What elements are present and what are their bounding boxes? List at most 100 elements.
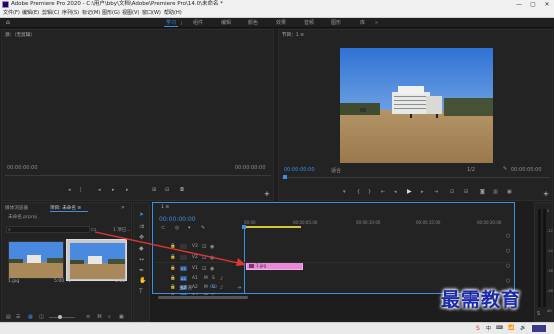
v3-sync-icon[interactable]: ⊡ bbox=[202, 244, 206, 250]
list-view-icon[interactable]: ☰ bbox=[16, 314, 20, 320]
timeline-timecode[interactable]: 00:00:00:00 bbox=[159, 216, 196, 223]
tray-keyboard[interactable]: ⌨ bbox=[496, 325, 503, 331]
tab-graphics[interactable]: 图形 bbox=[331, 18, 341, 28]
program-resolution-dropdown[interactable]: 1/2 bbox=[467, 167, 475, 173]
program-step-forward-icon[interactable]: ▸ bbox=[421, 189, 424, 195]
master-volume-value[interactable]: 0.0 bbox=[210, 285, 217, 290]
new-bin-icon[interactable]: ▭ bbox=[91, 226, 97, 233]
tab-color[interactable]: 颜色 bbox=[248, 18, 258, 28]
v2-lock-icon[interactable]: 🔒 bbox=[170, 255, 176, 260]
project-item-sequence-1[interactable] bbox=[66, 239, 127, 281]
menu-marker[interactable]: 标记(M) bbox=[82, 9, 100, 18]
source-play-icon[interactable]: ▸ bbox=[112, 187, 115, 193]
source-mark-in-icon[interactable]: ◂ bbox=[68, 187, 71, 193]
v3-target[interactable] bbox=[180, 244, 187, 249]
a1-target[interactable]: A1 bbox=[180, 276, 187, 281]
master-go-to-end-icon[interactable]: ⇥ bbox=[237, 285, 241, 291]
source-scrubber[interactable] bbox=[5, 175, 271, 176]
a2-mic-icon[interactable]: ♪ bbox=[220, 285, 223, 291]
tab-media-browser[interactable]: 媒体浏览器 bbox=[5, 205, 28, 211]
program-playhead[interactable] bbox=[283, 175, 287, 179]
new-item-icon[interactable]: ▣ bbox=[119, 314, 124, 320]
snap-icon[interactable]: ⊂ bbox=[161, 225, 165, 231]
hand-tool-icon[interactable]: ✋ bbox=[139, 277, 146, 284]
type-tool-icon[interactable]: T bbox=[139, 288, 143, 295]
tab-editing[interactable]: 编辑 bbox=[221, 18, 231, 28]
program-add-button-icon[interactable]: + bbox=[543, 190, 549, 198]
sort-icon[interactable]: ≡ bbox=[86, 314, 90, 320]
v1-lock-icon[interactable]: 🔒 bbox=[170, 266, 176, 271]
v2-target[interactable] bbox=[180, 255, 187, 260]
zoom-slider-handle[interactable] bbox=[58, 315, 62, 319]
track-scroll-icon-2[interactable]: ○ bbox=[506, 248, 510, 254]
program-timecode-current[interactable]: 00:00:00:00 bbox=[284, 167, 315, 173]
tray-volume[interactable]: 🔊 bbox=[520, 325, 526, 331]
tab-assembly[interactable]: 组件 bbox=[193, 18, 203, 28]
pen-tool-icon[interactable]: ✒ bbox=[139, 267, 144, 274]
wrench-icon[interactable]: ✎ bbox=[503, 166, 507, 172]
v3-eye-icon[interactable]: ◉ bbox=[210, 244, 214, 250]
a1-mute[interactable]: M bbox=[204, 276, 208, 281]
tab-libraries[interactable]: 库 bbox=[360, 18, 365, 28]
timeline-tab[interactable]: 1 ≡ bbox=[161, 205, 169, 210]
source-mark-out-icon[interactable]: | bbox=[80, 187, 82, 193]
project-item-1jpg[interactable] bbox=[8, 241, 64, 279]
track-scroll-icon-3[interactable]: ○ bbox=[506, 263, 510, 269]
work-area-bar[interactable] bbox=[243, 226, 301, 228]
source-export-frame-icon[interactable]: ◘ bbox=[180, 187, 184, 193]
source-step-back-icon[interactable]: ◂ bbox=[98, 187, 101, 193]
program-fit-dropdown[interactable]: 适合 bbox=[331, 167, 341, 174]
program-goto-out-icon[interactable]: ⇥ bbox=[434, 189, 438, 195]
icon-view-icon[interactable]: ▦ bbox=[28, 314, 33, 320]
source-step-forward-icon[interactable]: ▸ bbox=[126, 187, 129, 193]
zoom-slider[interactable] bbox=[49, 317, 75, 318]
add-marker-icon[interactable]: ▾ bbox=[188, 225, 191, 231]
program-compare-icon[interactable]: ▥ bbox=[493, 189, 498, 195]
program-lift-icon[interactable]: ⊡ bbox=[450, 189, 454, 195]
razor-tool-icon[interactable]: ◆ bbox=[139, 245, 144, 252]
program-marker-icon[interactable]: ▾ bbox=[343, 189, 346, 195]
sogou-icon[interactable]: S bbox=[476, 325, 480, 332]
program-mark-in-icon[interactable]: { bbox=[357, 189, 360, 195]
tab-audio[interactable]: 音频 bbox=[304, 18, 314, 28]
slip-tool-icon[interactable]: ↔ bbox=[139, 256, 144, 263]
ripple-edit-tool-icon[interactable]: ✥ bbox=[139, 234, 144, 241]
maximize-button[interactable]: ▢ bbox=[526, 0, 540, 9]
menu-file[interactable]: 文件(F) bbox=[3, 9, 20, 18]
a2-mute[interactable]: M bbox=[204, 285, 208, 290]
a1-lock-icon[interactable]: 🔒 bbox=[170, 276, 176, 281]
more-workspaces-icon[interactable]: » bbox=[375, 20, 378, 26]
source-insert-icon[interactable]: ⊞ bbox=[152, 187, 156, 193]
v2-sync-icon[interactable]: ⊡ bbox=[202, 255, 206, 261]
menu-window[interactable]: 窗口(W) bbox=[142, 9, 161, 18]
track-scroll-icon[interactable]: ○ bbox=[506, 233, 510, 239]
tray-app-icon[interactable] bbox=[532, 325, 546, 332]
menu-edit[interactable]: 编辑(E) bbox=[22, 9, 39, 18]
automate-icon[interactable]: ⌘ bbox=[97, 314, 102, 320]
find-icon[interactable]: ⌕ bbox=[108, 314, 111, 320]
timeline-scrollbar-thumb[interactable] bbox=[158, 296, 248, 299]
menu-clip[interactable]: 剪辑(C) bbox=[42, 9, 59, 18]
menu-sequence[interactable]: 序列(S) bbox=[62, 9, 79, 18]
menu-help[interactable]: 帮助(H) bbox=[164, 9, 182, 18]
a1-solo[interactable]: S bbox=[212, 276, 215, 281]
menu-view[interactable]: 视图(V) bbox=[122, 9, 139, 18]
source-add-button-icon[interactable]: + bbox=[264, 190, 270, 198]
tab-effects[interactable]: 效果 bbox=[276, 18, 286, 28]
lock-icon[interactable]: ▤ bbox=[6, 314, 11, 320]
a2-lock-icon[interactable]: 🔒 bbox=[170, 285, 176, 290]
program-vr-icon[interactable]: ▣ bbox=[507, 189, 512, 195]
home-icon[interactable]: ⌂ bbox=[6, 20, 13, 26]
tray-network[interactable]: 📶 bbox=[508, 325, 514, 331]
program-scrubber[interactable] bbox=[282, 177, 550, 178]
menu-graphics[interactable]: 图形(G) bbox=[102, 9, 120, 18]
close-button[interactable]: ✕ bbox=[540, 0, 554, 9]
program-goto-in-icon[interactable]: ⇤ bbox=[381, 189, 385, 195]
track-scroll-icon-4[interactable]: ○ bbox=[506, 278, 510, 284]
v1-sync-icon[interactable]: ⊡ bbox=[202, 266, 206, 272]
tray-input-method[interactable]: 中 bbox=[486, 325, 491, 332]
program-extract-icon[interactable]: ⊟ bbox=[464, 189, 468, 195]
v1-target[interactable]: V1 bbox=[180, 266, 187, 271]
v2-eye-icon[interactable]: ◉ bbox=[210, 255, 214, 261]
linked-selection-icon[interactable]: ◎ bbox=[175, 225, 179, 231]
